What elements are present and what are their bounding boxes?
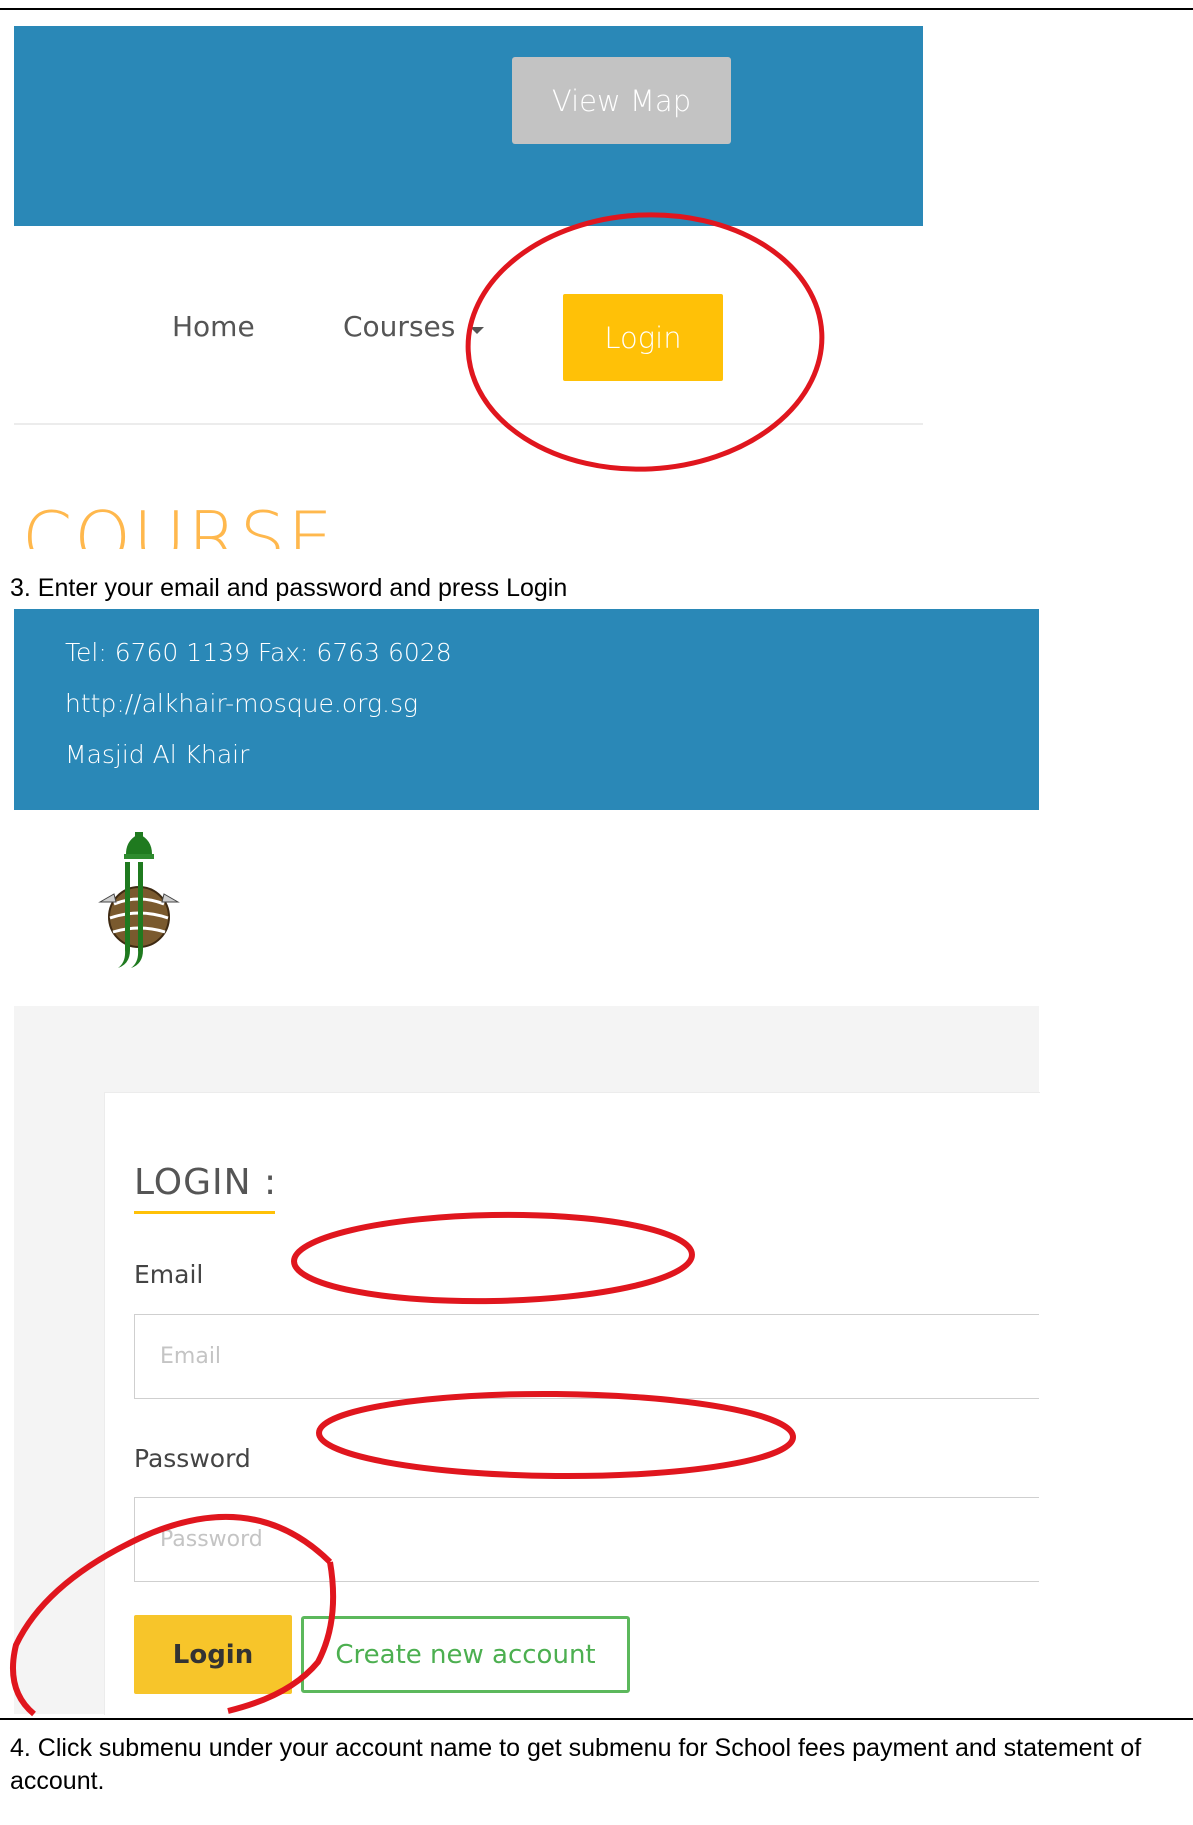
contact-website[interactable]: http://alkhair-mosque.org.sg [65, 689, 418, 718]
password-field[interactable] [134, 1497, 1039, 1582]
header-banner [14, 26, 923, 226]
step-4-instruction: 4. Click submenu under your account name… [10, 1734, 1142, 1795]
course-heading-clip: COURSE [22, 500, 382, 549]
contact-tel-fax: Tel: 6760 1139 Fax: 6763 6028 [65, 638, 452, 667]
login-submit-button[interactable]: Login [134, 1615, 292, 1694]
email-field[interactable] [134, 1314, 1039, 1399]
mosque-logo-icon [98, 832, 180, 968]
create-account-button[interactable]: Create new account [301, 1616, 630, 1693]
password-label: Password [134, 1444, 251, 1473]
nav-divider [14, 423, 923, 425]
nav-home-link[interactable]: Home [172, 310, 255, 343]
login-form-title: LOGIN : [134, 1162, 278, 1203]
contact-mosque-name: Masjid Al Khair [65, 740, 250, 769]
nav-courses-link[interactable]: Courses [343, 310, 455, 343]
top-border [0, 8, 1193, 10]
courses-dropdown-caret-icon[interactable] [470, 327, 484, 334]
view-map-button[interactable]: View Map [512, 57, 731, 144]
email-label: Email [134, 1260, 204, 1289]
nav-login-button[interactable]: Login [563, 294, 723, 381]
step-3-instruction: 3. Enter your email and password and pre… [10, 574, 568, 602]
course-heading: COURSE [22, 500, 335, 549]
bottom-divider [0, 1718, 1193, 1720]
login-title-underline [134, 1211, 275, 1214]
